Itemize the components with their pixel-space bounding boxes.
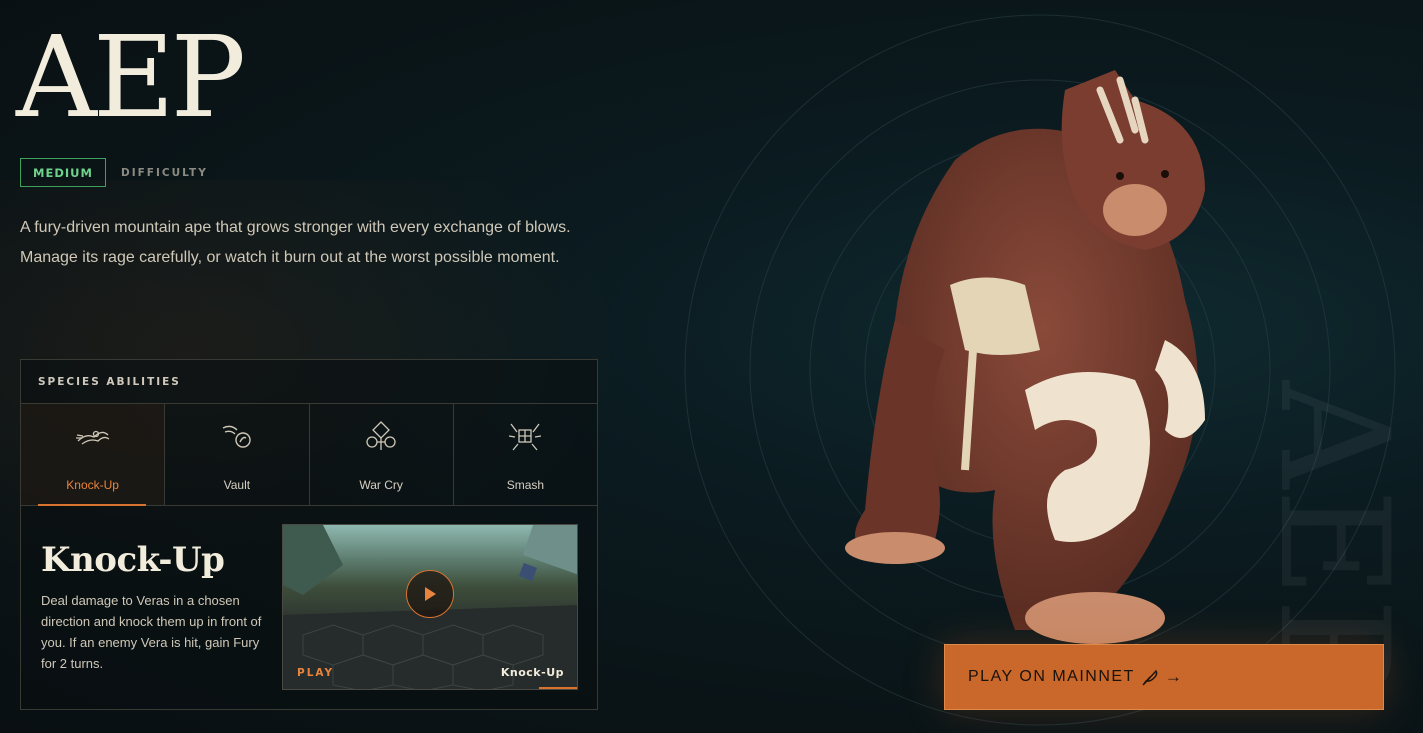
tab-label: Vault [223, 478, 251, 492]
vault-icon [218, 420, 256, 454]
tab-label: War Cry [359, 478, 403, 492]
tab-knock-up[interactable]: Knock-Up [21, 404, 166, 506]
tab-vault[interactable]: Vault [165, 404, 310, 505]
creature-illustration [845, 70, 1205, 644]
feather-icon [1142, 669, 1158, 686]
tab-label: Knock-Up [66, 478, 119, 492]
arrow-right-icon: → [1164, 667, 1184, 686]
knock-up-icon [74, 420, 112, 454]
video-progress [539, 687, 577, 689]
play-icon [425, 587, 436, 601]
smash-icon [506, 420, 544, 454]
play-mainnet-button[interactable]: PLAY ON MAINNET → [944, 644, 1384, 710]
name-watermark: AEP [1248, 380, 1408, 680]
tab-label: Smash [506, 478, 545, 492]
video-name-label: Knock-Up [500, 666, 564, 679]
difficulty-badge: MEDIUM [20, 158, 106, 187]
ability-title: Knock-Up [41, 540, 225, 580]
ability-description: Deal damage to Veras in a chosen directi… [41, 593, 262, 671]
difficulty-label: DIFFICULTY [121, 167, 208, 179]
tab-war-cry[interactable]: War Cry [310, 404, 454, 505]
play-button[interactable] [406, 570, 454, 618]
species-description: A fury-driven mountain ape that grows st… [20, 219, 571, 266]
ability-video[interactable]: PLAY Knock-Up [282, 524, 578, 690]
abilities-panel: SPECIES ABILITIES Knock-Up Vault War Cry… [20, 359, 598, 710]
cta-label: PLAY ON MAINNET [968, 668, 1135, 685]
abilities-header: SPECIES ABILITIES [21, 360, 597, 404]
page-title: AEP [16, 13, 246, 143]
tab-smash[interactable]: Smash [454, 404, 597, 505]
video-play-label: PLAY [297, 667, 335, 679]
war-cry-icon [362, 420, 400, 454]
ability-tabs: Knock-Up Vault War Cry Smash [21, 404, 597, 506]
